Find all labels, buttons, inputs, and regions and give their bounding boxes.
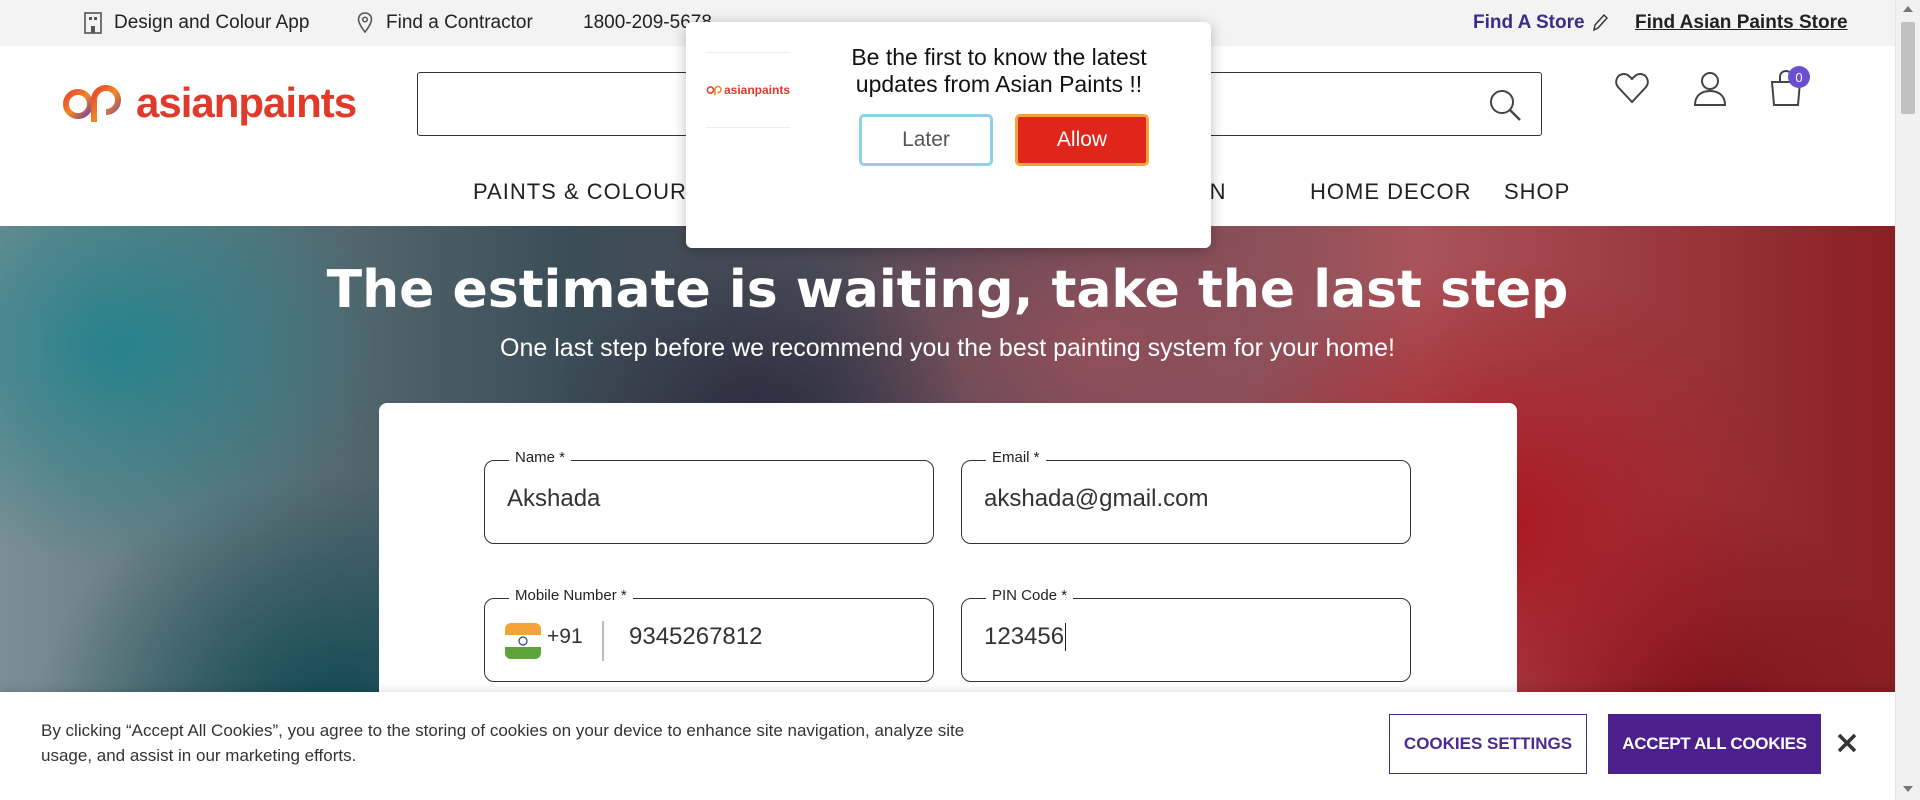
allow-button[interactable]: Allow [1015,114,1149,166]
nav-label: SHOP [1504,179,1571,204]
mobile-label: Mobile Number * [509,587,633,604]
pin-code-label: PIN Code * [986,587,1074,604]
divider [602,621,604,661]
notification-logo: asianpaints [706,52,790,128]
wishlist-heart-icon[interactable] [1612,68,1652,108]
india-flag-icon[interactable] [505,623,541,659]
email-label: Email * [986,449,1046,466]
find-store-link[interactable]: Find A Store [1473,0,1609,46]
nav-home-decor[interactable]: HOME DECOR [1310,172,1472,212]
logo-mark-icon [706,85,722,96]
country-code[interactable]: +91 [547,625,583,649]
notification-message: Be the first to know the latest updates … [851,44,1147,97]
cart-count-badge: 0 [1788,66,1810,88]
logo-text: asianpaints [136,79,357,126]
notification-logo-text: asianpaints [723,83,790,97]
scroll-thumb[interactable] [1901,22,1915,114]
page-scrollbar[interactable] [1895,0,1920,800]
later-button[interactable]: Later [859,114,993,166]
nav-label: HOME DECOR [1310,179,1472,204]
find-ap-store-link[interactable]: Find Asian Paints Store [1635,0,1848,46]
pin-code-field[interactable]: PIN Code * 123456 [961,587,1411,682]
find-ap-store-label: Find Asian Paints Store [1635,12,1848,33]
search-icon[interactable] [1487,87,1523,123]
user-account-icon[interactable] [1690,68,1730,108]
email-value: akshada@gmail.com [984,485,1209,512]
cookie-banner: By clicking “Accept All Cookies”, you ag… [0,692,1895,800]
nav-paints-colours[interactable]: PAINTS & COLOURS [473,172,703,212]
notification-permission-popup: asianpaints Be the first to know the lat… [686,22,1211,248]
mobile-field[interactable]: Mobile Number * +91 9345267812 [484,587,934,682]
find-contractor-link[interactable]: Find a Contractor [354,0,533,46]
design-app-label: Design and Colour App [114,12,310,33]
location-pin-icon [354,12,376,34]
name-value: Akshada [507,485,601,512]
scroll-down-arrow-icon[interactable] [1903,786,1913,792]
nav-label: PAINTS & COLOURS [473,179,703,204]
cookie-text: By clicking “Accept All Cookies”, you ag… [41,721,965,765]
design-app-link[interactable]: Design and Colour App [82,0,309,46]
asianpaints-logo[interactable]: asianpaints [60,78,357,128]
scroll-up-arrow-icon[interactable] [1903,6,1913,12]
close-icon[interactable] [1832,728,1862,758]
building-icon [82,12,104,34]
pin-code-value: 123456 [984,623,1067,651]
hero-subtitle: One last step before we recommend you th… [500,334,1395,362]
cookies-settings-button[interactable]: COOKIES SETTINGS [1389,714,1587,774]
name-field[interactable]: Name * Akshada [484,449,934,544]
mobile-value: 9345267812 [629,623,763,650]
pencil-icon [1591,13,1609,33]
find-store-label: Find A Store [1473,12,1585,33]
find-contractor-label: Find a Contractor [386,12,533,33]
hero-title: The estimate is waiting, take the last s… [326,260,1569,320]
accept-all-cookies-button[interactable]: ACCEPT ALL COOKIES [1608,714,1821,774]
logo-mark-icon [63,85,121,122]
email-field[interactable]: Email * akshada@gmail.com [961,449,1411,544]
nav-shop[interactable]: SHOP [1504,172,1570,212]
name-label: Name * [509,449,572,466]
